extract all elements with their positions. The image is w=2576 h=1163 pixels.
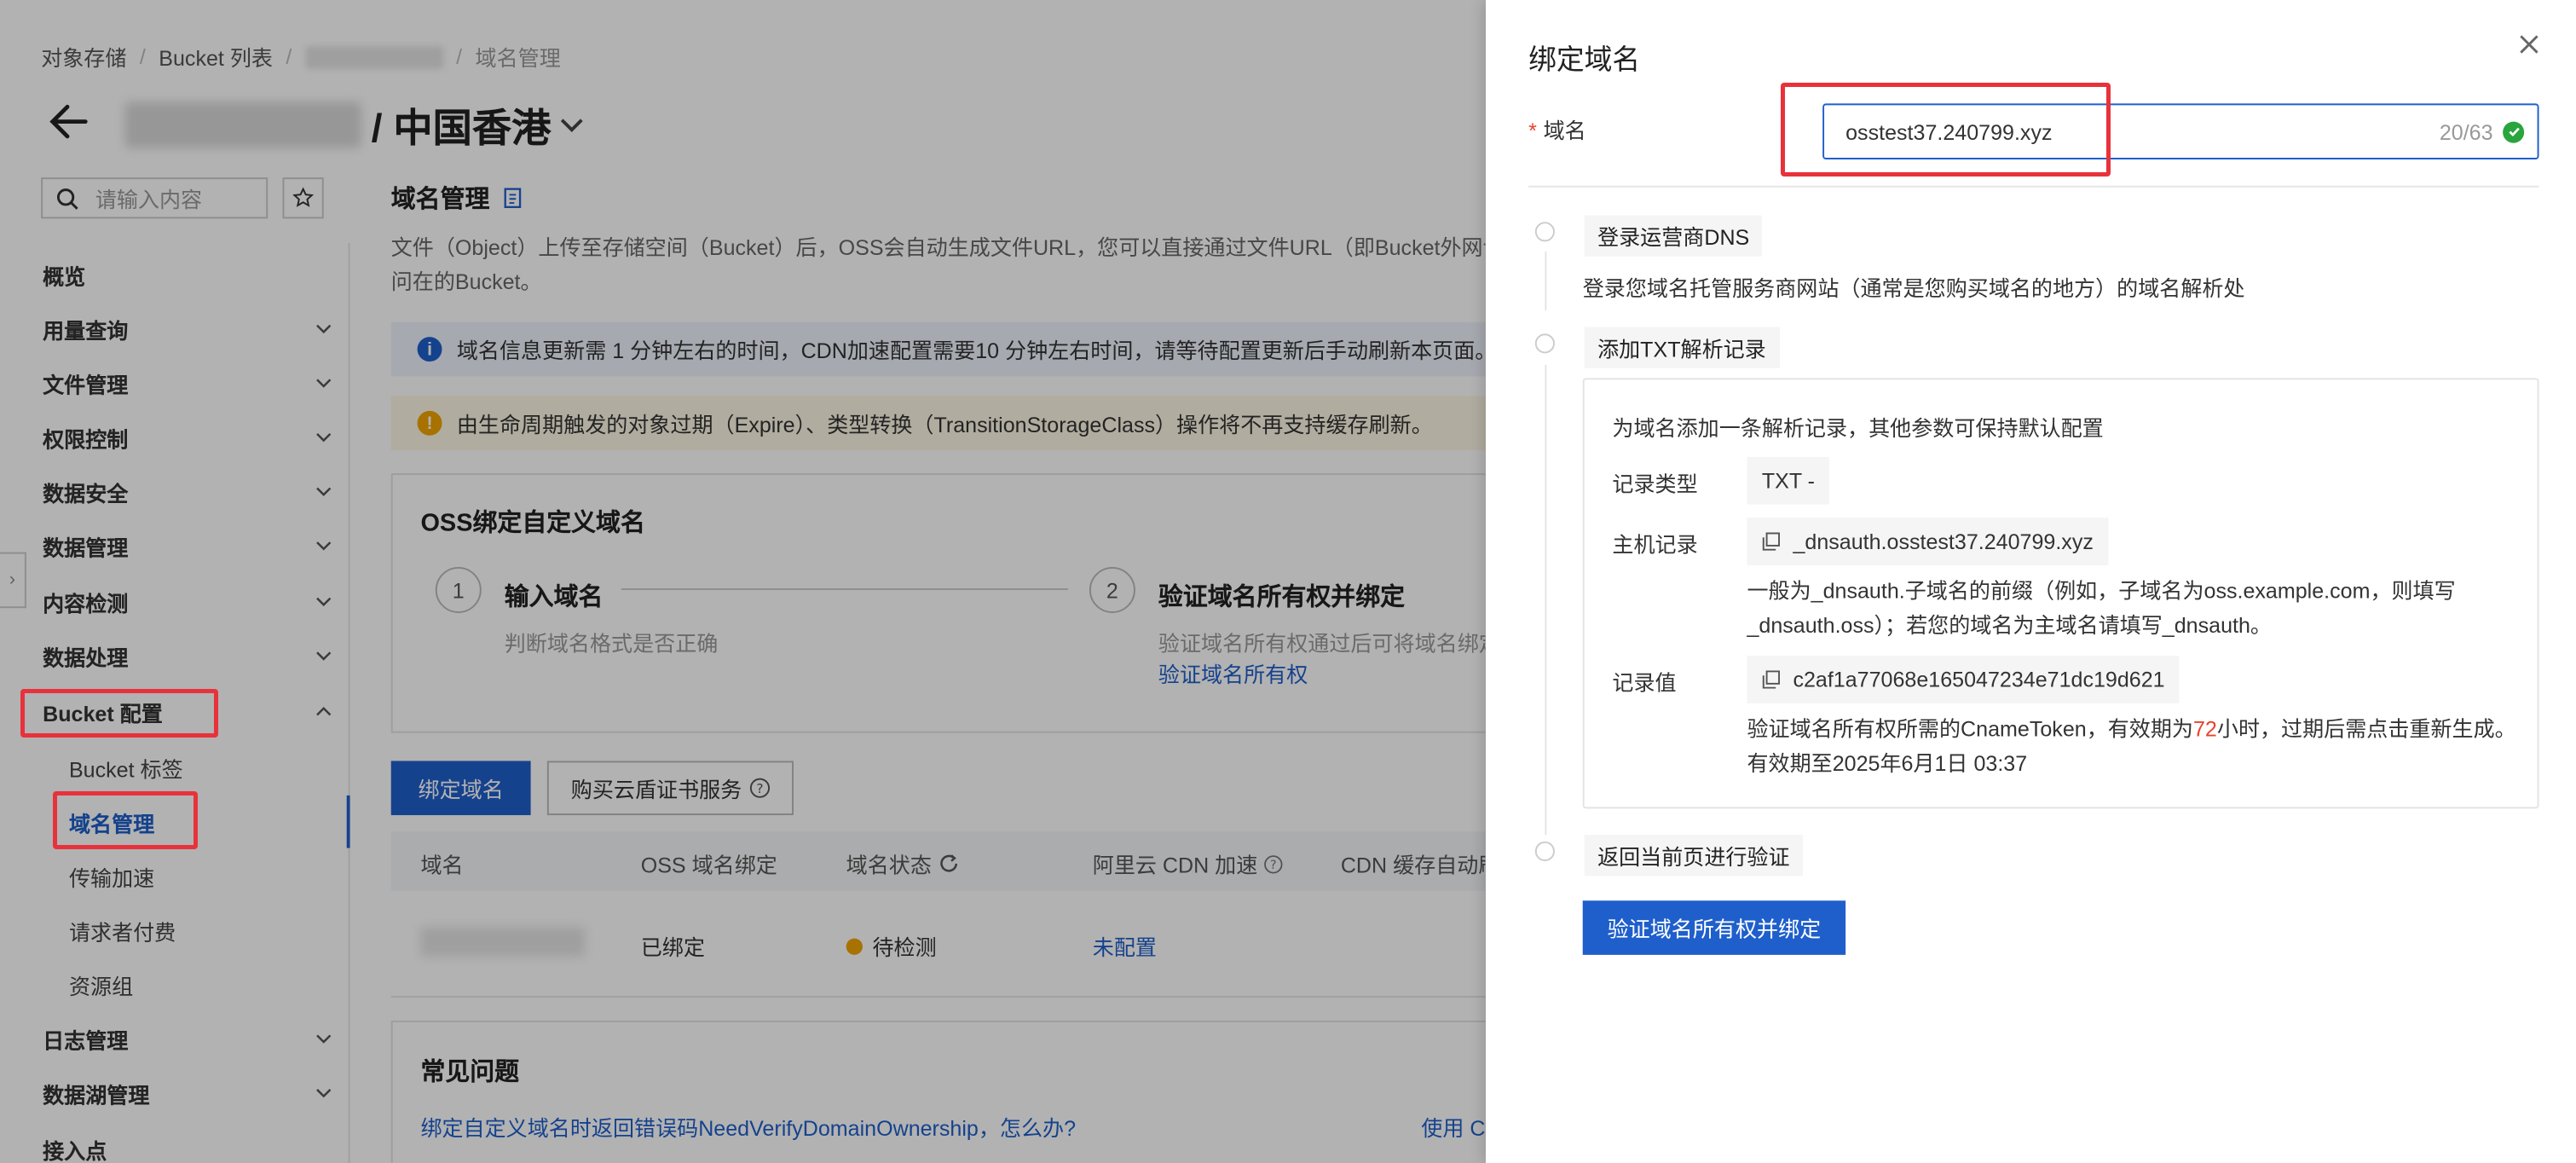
validity-hours: 72	[2192, 716, 2217, 742]
step-1-text: 登录您域名托管服务商网站（通常是您购买域名的地方）的域名解析处	[1582, 275, 2245, 301]
step-line	[1545, 251, 1547, 311]
domain-field-label: * 域名	[1528, 113, 1586, 145]
step-1-tag: 登录运营商DNS	[1584, 215, 1763, 257]
step-2-tag: 添加TXT解析记录	[1584, 327, 1780, 368]
note-text: 小时，过期后需点击重新生成。	[2216, 716, 2516, 742]
host-record-note-line-1: 一般为_dnsauth.子域名的前缀（例如，子域名为oss.example.co…	[1747, 578, 2456, 604]
host-record-note-line-2: _dnsauth.oss）；若您的域名为主域名请填写_dnsauth。	[1747, 612, 2272, 638]
drawer-title: 绑定域名	[1528, 44, 1641, 76]
copy-icon[interactable]	[1762, 670, 1781, 689]
modal-backdrop[interactable]	[0, 0, 1486, 1163]
record-type-text: TXT -	[1761, 468, 1816, 494]
annotation-box-domain-management	[53, 791, 198, 849]
verify-and-bind-button[interactable]: 验证域名所有权并绑定	[1582, 900, 1846, 955]
record-value-note: 验证域名所有权所需的CnameToken，有效期为72小时，过期后需点击重新生成…	[1747, 712, 2515, 781]
record-value-text: c2af1a77068e165047234e71dc19d621	[1793, 667, 2165, 692]
step-line	[1545, 364, 1547, 836]
step-3-radio	[1534, 841, 1555, 862]
step-3-tag: 返回当前页进行验证	[1584, 835, 1804, 877]
host-record-label: 主机记录	[1612, 532, 1698, 558]
close-icon[interactable]	[2515, 30, 2544, 60]
annotation-box-bucket-config	[20, 689, 218, 738]
check-success-icon	[2503, 120, 2525, 142]
annotation-box-domain-input	[1781, 83, 2111, 176]
copy-icon[interactable]	[1762, 532, 1781, 551]
host-record-text: _dnsauth.osstest37.240799.xyz	[1793, 529, 2094, 554]
domain-field-label-text: 域名	[1543, 118, 1586, 143]
host-record-value[interactable]: _dnsauth.osstest37.240799.xyz	[1747, 518, 2109, 566]
record-value-note-line-2: 有效期至2025年6月1日 03:37	[1747, 750, 2028, 776]
note-text: 验证域名所有权所需的CnameToken，有效期为	[1747, 716, 2193, 742]
required-mark: *	[1528, 118, 1537, 143]
drawer-divider	[1528, 185, 2539, 188]
txt-record-intro: 为域名添加一条解析记录，其他参数可保持默认配置	[1612, 415, 2104, 441]
host-record-note: 一般为_dnsauth.子域名的前缀（例如，子域名为oss.example.co…	[1747, 574, 2455, 643]
record-type-label: 记录类型	[1612, 472, 1698, 497]
record-type-value: TXT -	[1747, 456, 1830, 505]
record-value-note-line-1: 验证域名所有权所需的CnameToken，有效期为72小时，过期后需点击重新生成…	[1747, 712, 2515, 746]
record-value-label: 记录值	[1612, 670, 1677, 696]
step-1-radio	[1534, 222, 1555, 242]
char-count: 20/63	[2439, 119, 2493, 144]
step-2-radio	[1534, 333, 1555, 354]
record-value-value[interactable]: c2af1a77068e165047234e71dc19d621	[1747, 656, 2180, 703]
